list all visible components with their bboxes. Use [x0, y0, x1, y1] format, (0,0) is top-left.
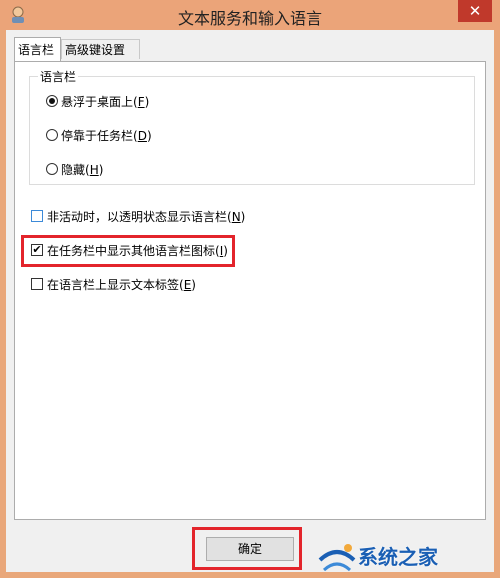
dialog-window: 文本服务和输入语言 ✕ 语言栏 高级键设置 语言栏 悬浮于桌面上(F) 停靠于任… [0, 0, 500, 578]
dialog-client-area: 语言栏 高级键设置 语言栏 悬浮于桌面上(F) 停靠于任务栏(D) 隐藏(H) [6, 30, 494, 572]
tab-panel-language-bar: 语言栏 悬浮于桌面上(F) 停靠于任务栏(D) 隐藏(H) 非活动时，以透明状态… [14, 61, 486, 520]
checkbox[interactable] [31, 278, 43, 290]
radio-label: 隐藏(H) [61, 162, 104, 177]
radio-float-on-desktop[interactable]: 悬浮于桌面上(F) [46, 92, 149, 110]
checkbox-label: 在语言栏上显示文本标签(E) [47, 277, 196, 292]
checkbox-show-text-labels[interactable]: 在语言栏上显示文本标签(E) [31, 275, 196, 293]
tab-advanced-key-settings[interactable]: 高级键设置 [61, 39, 140, 59]
tab-language-bar[interactable]: 语言栏 [14, 37, 61, 61]
checkbox-transparent-when-inactive[interactable]: 非活动时，以透明状态显示语言栏(N) [31, 207, 245, 225]
site-watermark: 系统之家 [314, 538, 494, 578]
radio-label: 停靠于任务栏(D) [61, 128, 152, 143]
radio-dock-in-taskbar[interactable]: 停靠于任务栏(D) [46, 126, 152, 144]
highlight-box-checkbox [21, 235, 235, 267]
radio-hidden[interactable]: 隐藏(H) [46, 160, 103, 178]
language-bar-group: 语言栏 悬浮于桌面上(F) 停靠于任务栏(D) 隐藏(H) [29, 68, 475, 185]
group-legend: 语言栏 [38, 68, 79, 85]
highlight-box-ok [192, 527, 302, 570]
radio-label: 悬浮于桌面上(F) [61, 94, 150, 109]
checkbox-label: 非活动时，以透明状态显示语言栏(N) [47, 209, 246, 224]
watermark-logo-icon [318, 544, 356, 572]
radio-button[interactable] [46, 163, 58, 175]
radio-button-selected[interactable] [46, 95, 58, 107]
checkbox[interactable] [31, 210, 43, 222]
close-button[interactable]: ✕ [458, 0, 492, 22]
radio-button[interactable] [46, 129, 58, 141]
title-bar[interactable]: 文本服务和输入语言 ✕ [0, 0, 500, 30]
window-title: 文本服务和输入语言 [177, 9, 322, 28]
close-icon: ✕ [468, 2, 482, 20]
watermark-text: 系统之家 [358, 545, 438, 569]
